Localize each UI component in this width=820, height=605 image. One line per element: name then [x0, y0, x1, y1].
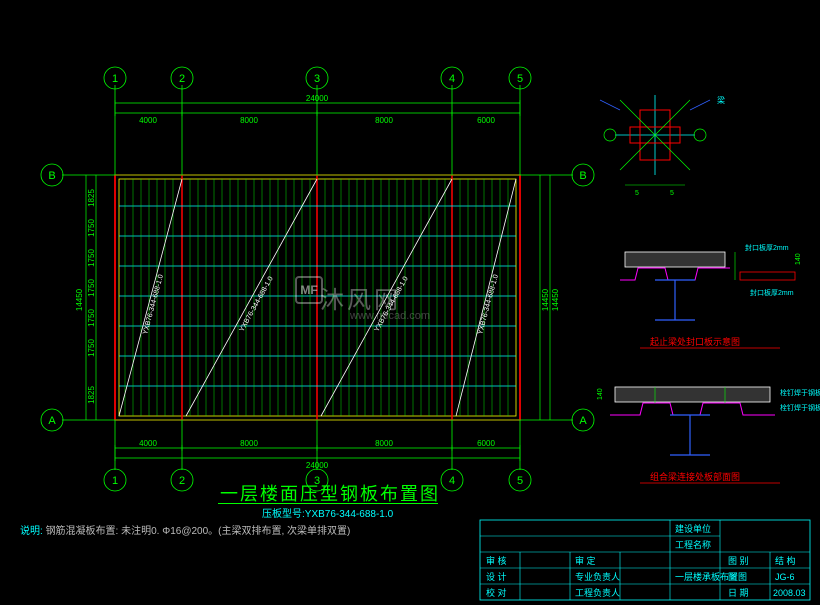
svg-text:B: B [48, 170, 55, 182]
svg-text:结 构: 结 构 [775, 555, 796, 566]
svg-text:8000: 8000 [240, 439, 258, 448]
svg-text:8000: 8000 [375, 116, 393, 125]
svg-text:1750: 1750 [87, 339, 96, 357]
drawing-note: 说明: 钢筋混凝板布置: 未注明0. Φ16@200。(主梁双排布置, 次梁单排… [20, 522, 350, 537]
svg-text:24000: 24000 [306, 94, 329, 103]
svg-text:1750: 1750 [87, 309, 96, 327]
drawing-subtitle: 压板型号:YXB76-344-688-1.0 [262, 505, 393, 520]
svg-text:8000: 8000 [375, 439, 393, 448]
detail-top: 梁 5 5 [600, 95, 725, 197]
svg-text:审 核: 审 核 [486, 555, 507, 566]
svg-text:起止梁处封口板示意图: 起止梁处封口板示意图 [650, 336, 740, 347]
svg-text:日 期: 日 期 [728, 588, 749, 598]
svg-text:1750: 1750 [87, 219, 96, 237]
svg-text:栓钉焊于钢板上: 栓钉焊于钢板上 [780, 388, 820, 397]
svg-text:栓钉焊于钢板上: 栓钉焊于钢板上 [780, 403, 820, 412]
detail-bot: 栓钉焊于钢板上 栓钉焊于钢板上 140 组合梁连接处板部面图 [597, 387, 820, 483]
svg-text:6000: 6000 [477, 116, 495, 125]
watermark-logo-icon: MF [295, 276, 323, 304]
svg-text:工程名称: 工程名称 [675, 539, 711, 550]
svg-text:YXB76-344-688-1.0: YXB76-344-688-1.0 [374, 275, 410, 333]
cad-drawing: 1 2 3 4 5 1 2 3 4 5 B B A A 24000 4000 8… [0, 0, 820, 605]
svg-text:3: 3 [314, 73, 320, 85]
svg-text:JG-6: JG-6 [775, 572, 795, 582]
svg-text:1825: 1825 [87, 189, 96, 207]
svg-text:14450: 14450 [541, 288, 550, 311]
svg-text:14450: 14450 [75, 288, 84, 311]
svg-text:24000: 24000 [306, 461, 329, 470]
svg-text:2: 2 [179, 475, 185, 487]
svg-text:2008.03: 2008.03 [773, 588, 806, 598]
svg-text:5: 5 [517, 73, 523, 85]
svg-text:4: 4 [449, 73, 455, 85]
svg-text:1: 1 [112, 475, 118, 487]
svg-text:校 对: 校 对 [486, 587, 507, 598]
title-block: 建设单位 工程名称 审 核 审 定 设 计 专业负责人 校 对 工程负责人 图 … [480, 520, 810, 600]
svg-text:5: 5 [635, 190, 639, 197]
svg-text:组合梁连接处板部面图: 组合梁连接处板部面图 [650, 471, 740, 482]
svg-text:4000: 4000 [139, 116, 157, 125]
svg-text:1750: 1750 [87, 279, 96, 297]
svg-text:140: 140 [795, 253, 802, 265]
svg-text:封口板厚2mm: 封口板厚2mm [745, 243, 789, 252]
svg-text:图 别: 图 别 [728, 556, 749, 566]
svg-text:1825: 1825 [87, 386, 96, 404]
detail-mid: 封口板厚2mm 封口板厚2mm 140 起止梁处封口板示意图 [620, 243, 802, 348]
drawing-canvas: 1 2 3 4 5 1 2 3 4 5 B B A A 24000 4000 8… [0, 0, 820, 605]
svg-text:专业负责人: 专业负责人 [575, 571, 620, 582]
svg-text:5: 5 [517, 475, 523, 487]
svg-text:工程负责人: 工程负责人 [575, 587, 620, 598]
svg-text:封口板厚2mm: 封口板厚2mm [750, 288, 794, 297]
svg-text:YXB76-344-688-1.0: YXB76-344-688-1.0 [239, 275, 275, 333]
svg-text:设 计: 设 计 [486, 571, 507, 582]
svg-text:建设单位: 建设单位 [675, 523, 711, 534]
svg-text:A: A [48, 415, 56, 427]
svg-text:4000: 4000 [139, 439, 157, 448]
svg-text:6000: 6000 [477, 439, 495, 448]
svg-text:5: 5 [670, 190, 674, 197]
svg-text:2: 2 [179, 73, 185, 85]
svg-text:图: 图 [728, 572, 737, 582]
svg-text:8000: 8000 [240, 116, 258, 125]
svg-text:1750: 1750 [87, 249, 96, 267]
svg-text:140: 140 [597, 388, 604, 400]
svg-text:A: A [579, 415, 587, 427]
svg-text:梁: 梁 [717, 96, 725, 105]
svg-text:1: 1 [112, 73, 118, 85]
svg-text:14450: 14450 [551, 288, 560, 311]
svg-text:B: B [579, 170, 586, 182]
svg-text:4: 4 [449, 475, 455, 487]
svg-text:审 定: 审 定 [575, 555, 596, 566]
